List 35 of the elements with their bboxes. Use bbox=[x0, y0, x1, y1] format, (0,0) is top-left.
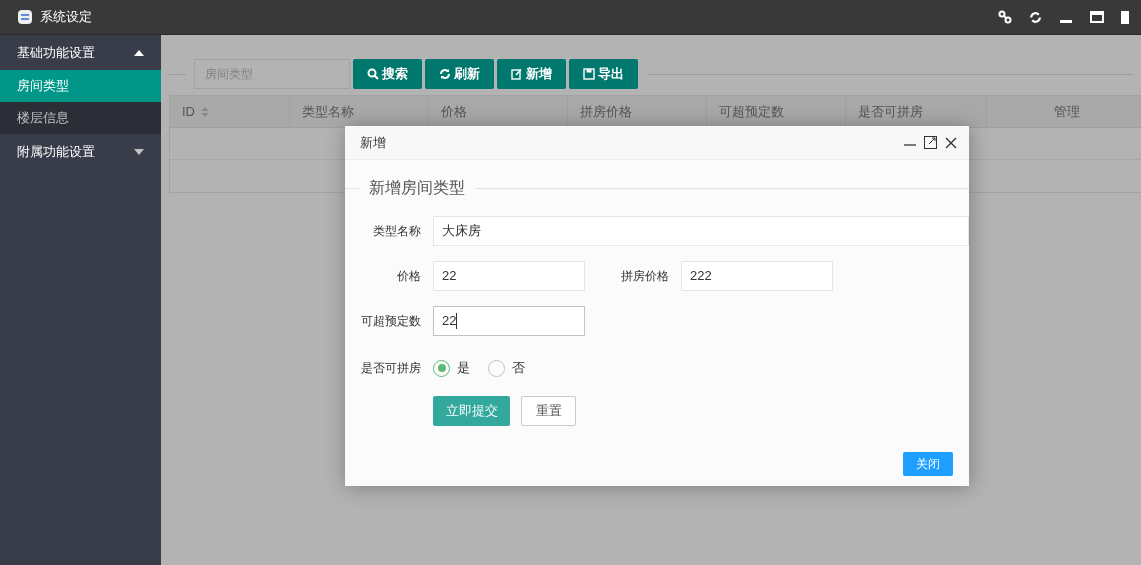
field-label: 价格 bbox=[396, 268, 421, 285]
dialog-title: 新增 bbox=[360, 133, 386, 152]
input-field[interactable]: 222 bbox=[681, 261, 833, 291]
window-title: 系统设定 bbox=[40, 8, 92, 27]
text-cursor bbox=[456, 313, 458, 329]
save-icon bbox=[583, 68, 595, 80]
field-label: 可超预定数 bbox=[360, 313, 421, 330]
input-field[interactable]: 22 bbox=[433, 306, 585, 336]
edit-icon bbox=[511, 68, 523, 80]
radio-option[interactable]: 是 bbox=[433, 358, 470, 378]
input-field[interactable]: 大床房 bbox=[433, 216, 969, 246]
maximize-icon[interactable] bbox=[924, 136, 937, 149]
sidebar-group[interactable]: 基础功能设置 bbox=[0, 35, 161, 70]
caret-up-icon bbox=[134, 49, 144, 56]
refresh-icon bbox=[439, 68, 451, 80]
input-field[interactable]: 22 bbox=[433, 261, 585, 291]
search-icon bbox=[367, 68, 379, 80]
radio-option[interactable]: 否 bbox=[488, 358, 525, 378]
field-label: 类型名称 bbox=[372, 223, 421, 240]
field-label: 是否可拼房 bbox=[360, 360, 421, 377]
sidebar-item[interactable]: 楼层信息 bbox=[0, 102, 161, 134]
refresh-icon[interactable] bbox=[1029, 10, 1042, 24]
reset-button[interactable]: 重置 bbox=[521, 396, 576, 426]
toolbar-button[interactable]: 导出 bbox=[569, 59, 638, 89]
sidebar-group[interactable]: 附属功能设置 bbox=[0, 134, 161, 169]
sidebar-item[interactable]: 房间类型 bbox=[0, 70, 161, 102]
link-icon[interactable] bbox=[998, 10, 1012, 24]
toolbar-button[interactable]: 搜索 bbox=[353, 59, 422, 89]
section-legend: 新增房间类型 bbox=[359, 176, 475, 200]
app-icon bbox=[18, 10, 32, 24]
toolbar-button[interactable]: 刷新 bbox=[425, 59, 494, 89]
column-header: 管理 bbox=[987, 96, 1141, 127]
field-label: 拼房价格 bbox=[620, 268, 669, 285]
toolbar-button[interactable]: 新增 bbox=[497, 59, 566, 89]
caret-down-icon bbox=[134, 148, 144, 155]
